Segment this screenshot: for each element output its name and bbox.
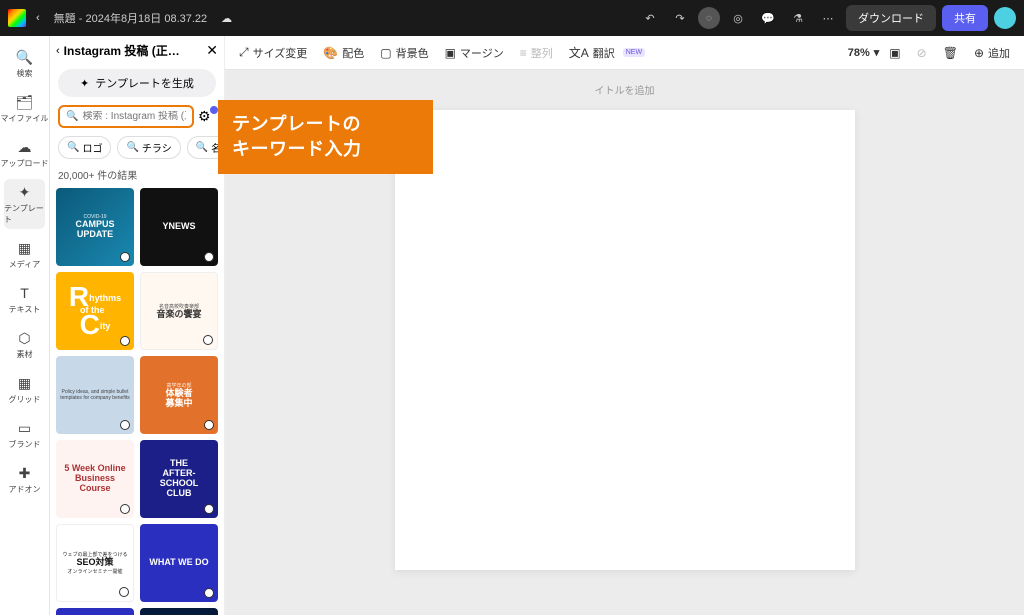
template-thumb[interactable]: ウェブの最上部で差をつけるSEO対策オンラインセミナー開催 bbox=[56, 524, 134, 602]
canvas-title-placeholder[interactable]: イトルを追加 bbox=[595, 82, 655, 97]
text-icon: T bbox=[16, 284, 34, 302]
lock-icon: ⊘ bbox=[917, 46, 927, 60]
app-logo bbox=[8, 9, 26, 27]
template-thumb[interactable]: WHAT WE DO bbox=[140, 524, 218, 602]
template-thumb[interactable]: COVID-19CAMPUSUPDATE bbox=[56, 188, 134, 266]
template-thumb[interactable]: Meetings onMondays @ 5pm bbox=[56, 608, 134, 615]
sparkle-icon: ✦ bbox=[80, 77, 89, 90]
square-icon: ▢ bbox=[380, 46, 391, 60]
template-grid[interactable]: COVID-19CAMPUSUPDATEYNEWSRhythmsof theCi… bbox=[50, 188, 224, 615]
undo-icon[interactable]: ↶ bbox=[638, 6, 662, 30]
panel-back-button[interactable]: ‹ bbox=[56, 45, 60, 57]
margin-button[interactable]: ▣マージン bbox=[439, 42, 510, 64]
document-title[interactable]: 無題 - 2024年8月18日 08.37.22 bbox=[54, 10, 208, 26]
panel-close-button[interactable]: ✕ bbox=[206, 42, 218, 59]
color-button[interactable]: 🎨配色 bbox=[317, 42, 370, 64]
canvas[interactable] bbox=[395, 110, 855, 570]
search-icon: 🔍 bbox=[16, 48, 34, 66]
search-icon: 🔍 bbox=[196, 142, 208, 153]
upload-icon: ☁ bbox=[16, 138, 34, 156]
brand-icon: ▭ bbox=[16, 419, 34, 437]
template-thumb[interactable]: 5 Week OnlineBusiness Course bbox=[56, 440, 134, 518]
left-sidebar: 🔍検索 🗂マイファイル ☁アップロード ✦テンプレート ▦メディア Tテキスト … bbox=[0, 36, 50, 615]
elements-icon: ⬡ bbox=[16, 329, 34, 347]
template-search-input[interactable]: 🔍 bbox=[58, 105, 194, 128]
template-icon: ✦ bbox=[16, 183, 34, 201]
sidebar-item-elements[interactable]: ⬡素材 bbox=[0, 325, 49, 364]
sidebar-item-search[interactable]: 🔍検索 bbox=[0, 44, 49, 83]
beaker-icon[interactable]: ⚗ bbox=[786, 6, 810, 30]
bgcolor-button[interactable]: ▢背景色 bbox=[374, 42, 434, 64]
lock-button: ⊘ bbox=[911, 43, 933, 63]
template-panel: ‹ Instagram 投稿 (正… ✕ ✦ テンプレートを生成 🔍 ⚙ 🔍ロゴ… bbox=[50, 36, 225, 615]
template-thumb[interactable]: 高学年の部体験者募集中 bbox=[140, 356, 218, 434]
comment-icon[interactable]: 💬 bbox=[756, 6, 780, 30]
search-icon: 🔍 bbox=[126, 142, 138, 153]
results-count: 20,000+ 件の結果 bbox=[50, 167, 224, 188]
cloud-sync-icon[interactable]: ☁ bbox=[221, 12, 232, 25]
chip-logo[interactable]: 🔍ロゴ bbox=[58, 136, 111, 159]
sidebar-item-templates[interactable]: ✦テンプレート bbox=[4, 179, 45, 229]
grid-icon: ▦ bbox=[16, 374, 34, 392]
template-thumb[interactable]: FUTURE bbox=[140, 608, 218, 615]
chip-flyer[interactable]: 🔍チラシ bbox=[117, 136, 180, 159]
translate-button[interactable]: 文A翻訳NEW bbox=[563, 41, 651, 64]
add-button[interactable]: ⊕追加 bbox=[968, 42, 1016, 64]
filter-button[interactable]: ⚙ bbox=[198, 108, 216, 125]
media-icon: ▦ bbox=[16, 239, 34, 257]
trash-icon: 🗑 bbox=[943, 46, 958, 60]
addon-icon: ✚ bbox=[16, 464, 34, 482]
layers-icon: ▣ bbox=[889, 46, 900, 60]
panel-title: Instagram 投稿 (正… bbox=[64, 42, 203, 59]
chevron-down-icon: ▾ bbox=[874, 46, 880, 59]
sidebar-item-text[interactable]: Tテキスト bbox=[0, 280, 49, 319]
sidebar-item-media[interactable]: ▦メディア bbox=[0, 235, 49, 274]
avatar[interactable] bbox=[994, 7, 1016, 29]
template-thumb[interactable]: 名音高校吹奏楽部音楽の饗宴 bbox=[140, 272, 218, 350]
resize-icon: ⤢ bbox=[239, 45, 249, 60]
doc-name: 無題 bbox=[54, 13, 76, 25]
folder-icon: 🗂 bbox=[16, 93, 34, 111]
sidebar-item-myfiles[interactable]: 🗂マイファイル bbox=[0, 89, 49, 128]
template-thumb[interactable]: THEAFTER-SCHOOLCLUB bbox=[140, 440, 218, 518]
palette-icon: 🎨 bbox=[323, 46, 338, 60]
template-thumb[interactable]: YNEWS bbox=[140, 188, 218, 266]
download-button[interactable]: ダウンロード bbox=[846, 5, 936, 31]
search-icon: 🔍 bbox=[66, 111, 78, 122]
translate-icon: 文A bbox=[569, 44, 589, 61]
search-icon: 🔍 bbox=[67, 142, 79, 153]
template-thumb[interactable]: Policy ideas, and simple bullet template… bbox=[56, 356, 134, 434]
trash-button[interactable]: 🗑 bbox=[937, 43, 964, 63]
margin-icon: ▣ bbox=[445, 46, 456, 60]
template-thumb[interactable]: Rhythmsof theCity bbox=[56, 272, 134, 350]
align-icon: ≡ bbox=[520, 46, 527, 60]
back-button[interactable]: ‹ bbox=[32, 10, 44, 26]
bulb-icon[interactable]: ◎ bbox=[726, 6, 750, 30]
sidebar-item-grid[interactable]: ▦グリッド bbox=[0, 370, 49, 409]
sidebar-item-upload[interactable]: ☁アップロード bbox=[0, 134, 49, 173]
more-icon[interactable]: ⋯ bbox=[816, 6, 840, 30]
resize-button[interactable]: ⤢サイズ変更 bbox=[233, 42, 313, 64]
search-field[interactable] bbox=[82, 111, 186, 122]
doc-date: 2024年8月18日 08.37.22 bbox=[85, 13, 207, 25]
zoom-control[interactable]: 78%▾ bbox=[848, 46, 880, 59]
generate-template-button[interactable]: ✦ テンプレートを生成 bbox=[58, 69, 216, 97]
sidebar-item-addon[interactable]: ✚アドオン bbox=[0, 460, 49, 499]
top-bar: ‹ 無題 - 2024年8月18日 08.37.22 ☁ ↶ ↷ ◌ ◎ 💬 ⚗… bbox=[0, 0, 1024, 36]
sidebar-item-brand[interactable]: ▭ブランド bbox=[0, 415, 49, 454]
redo-icon[interactable]: ↷ bbox=[668, 6, 692, 30]
annotation-callout: テンプレートの キーワード入力 bbox=[218, 100, 433, 174]
canvas-toolbar: ⤢サイズ変更 🎨配色 ▢背景色 ▣マージン ≡整列 文A翻訳NEW 78%▾ ▣… bbox=[225, 36, 1024, 70]
user-icon[interactable]: ◌ bbox=[698, 7, 720, 29]
share-button[interactable]: 共有 bbox=[942, 5, 988, 31]
plus-icon: ⊕ bbox=[974, 46, 984, 60]
align-button: ≡整列 bbox=[514, 42, 559, 64]
layers-button[interactable]: ▣ bbox=[883, 43, 906, 63]
